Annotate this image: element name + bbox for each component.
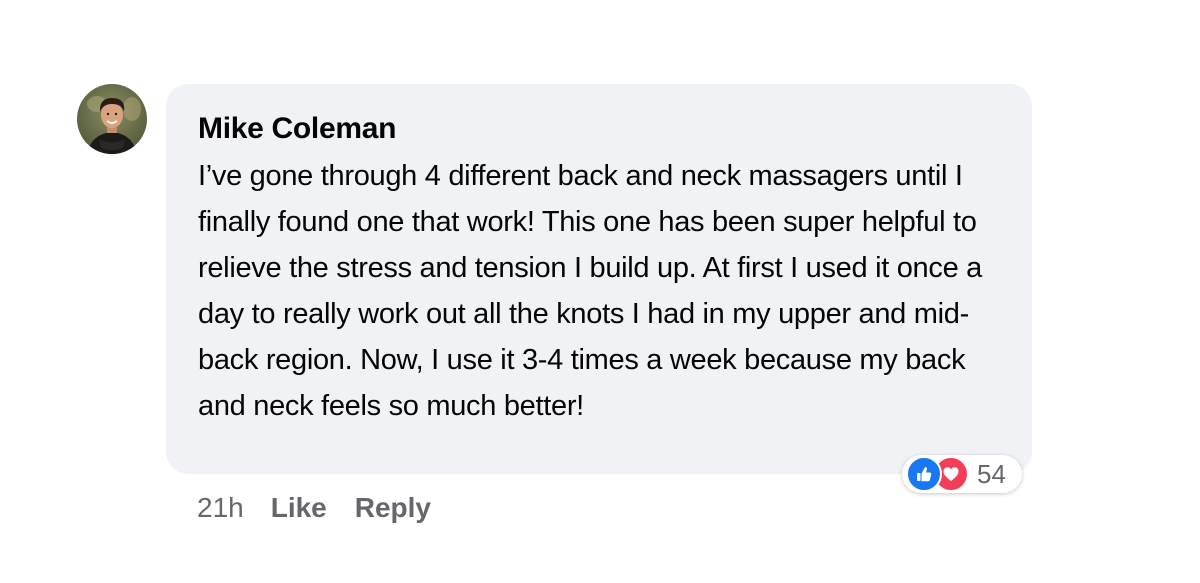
avatar-image xyxy=(77,84,147,154)
comment-actions: 21h Like Reply xyxy=(197,488,459,528)
comment: Mike Coleman I’ve gone through 4 differe… xyxy=(0,0,1200,583)
reactions-badge[interactable]: 54 xyxy=(902,455,1022,493)
comment-author[interactable]: Mike Coleman xyxy=(198,109,396,149)
comment-timestamp[interactable]: 21h xyxy=(197,492,244,524)
comment-bubble: Mike Coleman I’ve gone through 4 differe… xyxy=(166,84,1032,474)
comment-text: I’ve gone through 4 different back and n… xyxy=(198,160,982,422)
reply-button[interactable]: Reply xyxy=(355,492,431,524)
reaction-count: 54 xyxy=(977,458,1006,489)
avatar[interactable] xyxy=(77,84,147,154)
like-button[interactable]: Like xyxy=(271,492,327,524)
thumbs-up-icon xyxy=(906,456,942,492)
